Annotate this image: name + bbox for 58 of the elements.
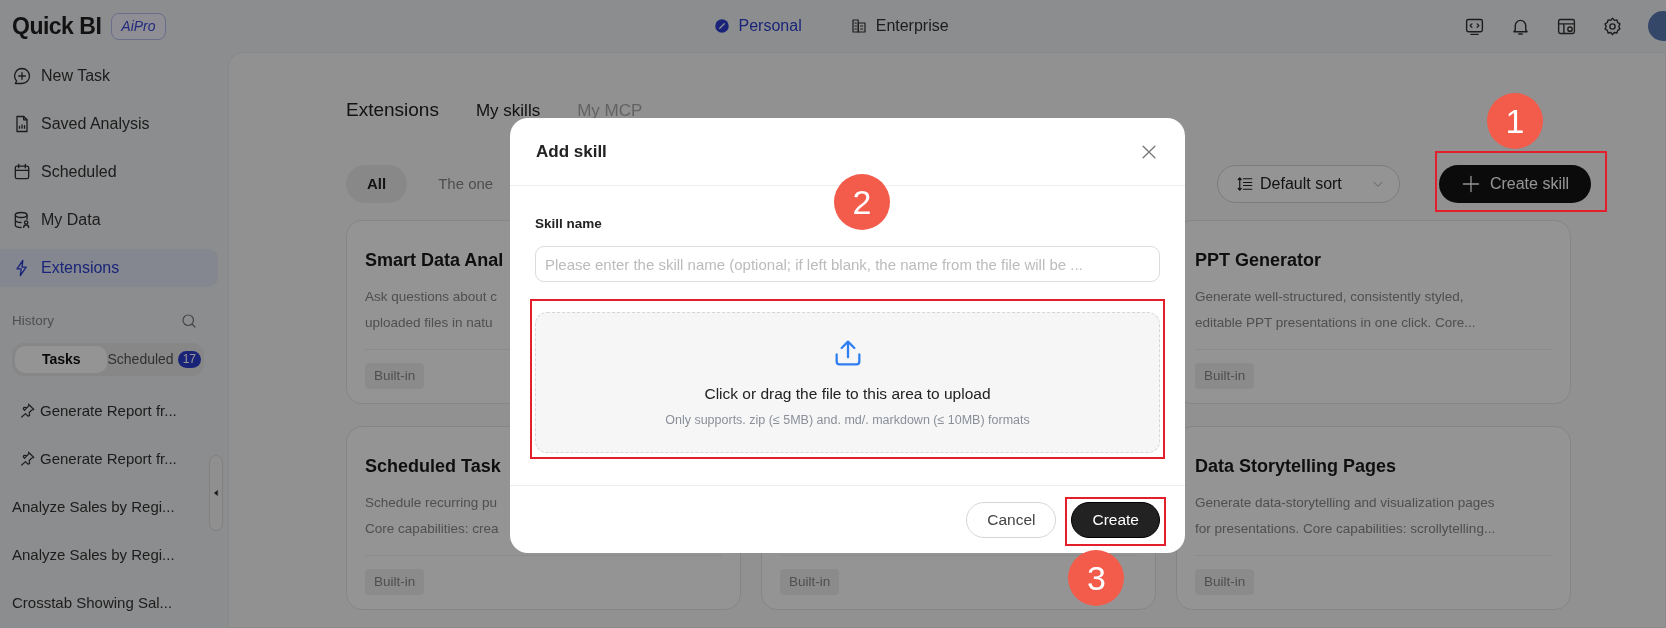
create-button[interactable]: Create: [1071, 501, 1160, 538]
sidebar-item[interactable]: Scheduled: [0, 153, 218, 191]
plan-badge: AiPro: [111, 12, 166, 40]
count-badge: 17: [177, 351, 201, 369]
calendar-icon: [12, 162, 32, 182]
plus-icon: [1460, 174, 1481, 194]
history-item[interactable]: Generate Report fr...: [0, 387, 183, 436]
card-title: PPT Generator: [1195, 249, 1322, 271]
cancel-button[interactable]: Cancel: [966, 501, 1057, 538]
page-title: Extensions: [346, 98, 439, 122]
logo: Quick BI: [12, 11, 102, 41]
create-skill-button[interactable]: Create skill: [1439, 165, 1591, 203]
filter-tab[interactable]: The one: [417, 165, 515, 203]
upload-area[interactable]: Click or drag the file to this area to upload Only supports. zip (≤ 5MB) and. md/. markdown (≤ 10MB) formats: [535, 312, 1160, 454]
skill-card[interactable]: Data Storytelling Pages Generate data-storytelling and visualization pages for presentations. Core capabilities: scrollytelling... Built-in: [1176, 426, 1571, 610]
card-description: Generate data-storytelling and visualization pages for presentations. Core capabilities: scrollytelling...: [1195, 494, 1497, 538]
step-marker: 2: [834, 174, 890, 231]
card-description: Generate well-structured, consistently styled, editable PPT presentations in one click. Core...: [1195, 288, 1477, 332]
compass-icon: [712, 17, 731, 35]
sort-dropdown[interactable]: Default sort: [1217, 165, 1400, 203]
collapse-handle[interactable]: [209, 455, 223, 531]
new-task-icon: [12, 66, 32, 86]
tag: Built-in: [1195, 569, 1255, 596]
input-field[interactable]: Please enter the skill name (optional; if left blank, the name from the file will be ...: [535, 246, 1160, 283]
sidebar-item[interactable]: My Data: [0, 201, 218, 239]
caret-icon: [212, 489, 220, 497]
settings-icon[interactable]: [1602, 15, 1623, 37]
field-label: Skill name: [535, 215, 603, 233]
dialog-title: Add skill: [536, 140, 607, 163]
tag: Built-in: [365, 363, 425, 390]
database-icon: [12, 210, 32, 230]
page-tab[interactable]: My skills: [475, 98, 541, 124]
sort-icon: [1236, 175, 1254, 193]
card-title: Data Storytelling Pages: [1195, 455, 1397, 477]
building-icon: [849, 17, 868, 35]
tag: Built-in: [365, 569, 425, 596]
step-marker: 1: [1487, 93, 1543, 149]
card-description: Schedule recurring pu Core capabilities: crea: [365, 494, 500, 538]
history-item[interactable]: Analyze Sales by Regi...: [0, 531, 181, 580]
tag: Built-in: [1195, 363, 1255, 390]
sidebar-item[interactable]: New Task: [0, 57, 218, 95]
history-item[interactable]: Crosstab Showing Sal...: [0, 579, 179, 628]
nav-tab[interactable]: Personal: [712, 14, 802, 38]
segment-tab[interactable]: Tasks: [15, 346, 108, 374]
history-item[interactable]: Analyze Sales by Regi...: [0, 483, 181, 532]
card-title: Scheduled Task: [365, 455, 501, 477]
tag: Built-in: [780, 569, 840, 596]
section-title: History: [12, 312, 54, 330]
nav-tab[interactable]: Enterprise: [849, 14, 949, 38]
history-item[interactable]: Generate Report fr...: [0, 435, 183, 484]
card-description: Ask questions about c uploaded files in natu: [365, 288, 499, 332]
sidebar-item[interactable]: Saved Analysis: [0, 105, 218, 143]
sidebar-item[interactable]: Extensions: [0, 249, 218, 287]
upload-hint: Only supports. zip (≤ 5MB) and. md/. markdown (≤ 10MB) formats: [665, 412, 1030, 429]
segment-tab[interactable]: Scheduled 17: [107, 346, 201, 374]
card-title: Smart Data Anal: [365, 249, 504, 271]
upload-instruction: Click or drag the file to this area to upload: [704, 383, 991, 404]
filter-tab[interactable]: All: [346, 165, 408, 203]
